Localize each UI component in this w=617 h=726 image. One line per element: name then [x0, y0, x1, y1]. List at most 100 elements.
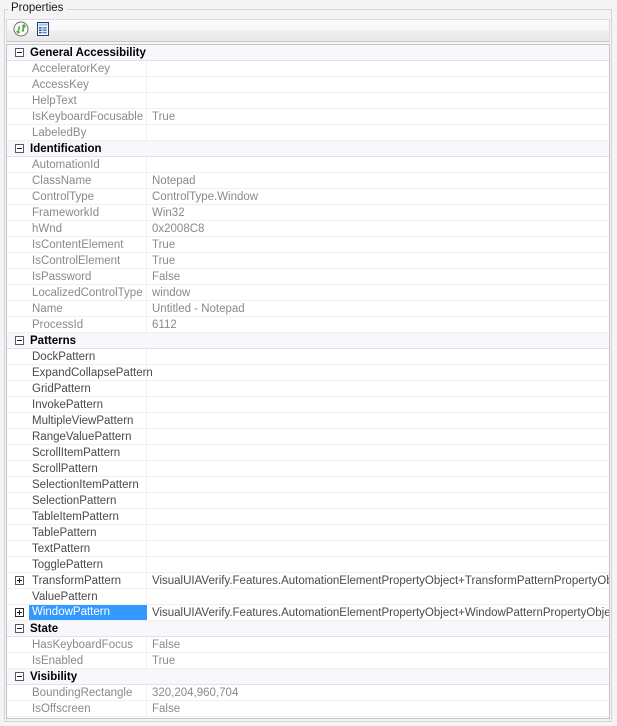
property-row-bounding-rectangle[interactable]: BoundingRectangle 320,204,960,704 — [7, 685, 609, 701]
property-value[interactable]: Win32 — [152, 206, 185, 220]
column-divider[interactable] — [146, 589, 147, 604]
property-grid[interactable]: General Accessibility AcceleratorKey Acces… — [6, 44, 610, 719]
column-divider[interactable] — [146, 189, 147, 204]
column-divider[interactable] — [146, 493, 147, 508]
property-value[interactable]: False — [152, 638, 180, 652]
property-value[interactable]: True — [152, 110, 175, 124]
column-divider[interactable] — [146, 685, 147, 700]
property-row-has-keyboard-focus[interactable]: HasKeyboardFocus False — [7, 637, 609, 653]
property-row-selection-item-pattern[interactable]: SelectionItemPattern — [7, 477, 609, 493]
property-row-localized-control-type[interactable]: LocalizedControlType window — [7, 285, 609, 301]
column-divider[interactable] — [146, 637, 147, 652]
property-row-class-name[interactable]: ClassName Notepad — [7, 173, 609, 189]
column-divider[interactable] — [146, 253, 147, 268]
column-divider[interactable] — [146, 429, 147, 444]
property-value[interactable]: 0x2008C8 — [152, 222, 204, 236]
property-value[interactable]: VisualUIAVerify.Features.AutomationEleme… — [152, 574, 609, 588]
property-row-scroll-pattern[interactable]: ScrollPattern — [7, 461, 609, 477]
property-row-selection-pattern[interactable]: SelectionPattern — [7, 493, 609, 509]
column-divider[interactable] — [146, 525, 147, 540]
column-divider[interactable] — [146, 557, 147, 572]
column-divider[interactable] — [146, 653, 147, 668]
category-row-state[interactable]: State — [7, 621, 609, 637]
property-row-grid-pattern[interactable]: GridPattern — [7, 381, 609, 397]
property-row-access-key[interactable]: AccessKey — [7, 77, 609, 93]
property-row-is-control-element[interactable]: IsControlElement True — [7, 253, 609, 269]
category-row-visibility[interactable]: Visibility — [7, 669, 609, 685]
property-row-window-pattern[interactable]: WindowPattern VisualUIAVerify.Features.Au… — [7, 605, 609, 621]
property-value[interactable]: 6112 — [152, 318, 177, 332]
column-divider[interactable] — [146, 381, 147, 396]
property-row-transform-pattern[interactable]: TransformPattern VisualUIAVerify.Features… — [7, 573, 609, 589]
column-divider[interactable] — [146, 285, 147, 300]
column-divider[interactable] — [146, 317, 147, 332]
collapse-icon[interactable] — [15, 624, 24, 633]
property-row-process-id[interactable]: ProcessId 6112 — [7, 317, 609, 333]
property-value[interactable]: True — [152, 254, 175, 268]
column-divider[interactable] — [146, 573, 147, 588]
property-row-control-type[interactable]: ControlType ControlType.Window — [7, 189, 609, 205]
collapse-icon[interactable] — [15, 672, 24, 681]
property-row-is-keyboard-focusable[interactable]: IsKeyboardFocusable True — [7, 109, 609, 125]
column-divider[interactable] — [146, 349, 147, 364]
property-row-is-enabled[interactable]: IsEnabled True — [7, 653, 609, 669]
property-value[interactable]: True — [152, 238, 175, 252]
property-row-expand-collapse-pattern[interactable]: ExpandCollapsePattern — [7, 365, 609, 381]
column-divider[interactable] — [146, 701, 147, 716]
property-row-table-item-pattern[interactable]: TableItemPattern — [7, 509, 609, 525]
category-row-identification[interactable]: Identification — [7, 141, 609, 157]
property-value[interactable]: False — [152, 270, 180, 284]
column-divider[interactable] — [146, 445, 147, 460]
property-value[interactable]: window — [152, 286, 190, 300]
property-row-text-pattern[interactable]: TextPattern — [7, 541, 609, 557]
category-row-general-accessibility[interactable]: General Accessibility — [7, 45, 609, 61]
column-divider[interactable] — [146, 173, 147, 188]
property-row-range-value-pattern[interactable]: RangeValuePattern — [7, 429, 609, 445]
column-divider[interactable] — [146, 61, 147, 76]
property-row-labeled-by[interactable]: LabeledBy — [7, 125, 609, 141]
expand-icon[interactable] — [15, 576, 24, 585]
property-row-scroll-item-pattern[interactable]: ScrollItemPattern — [7, 445, 609, 461]
property-row-automation-id[interactable]: AutomationId — [7, 157, 609, 173]
property-row-invoke-pattern[interactable]: InvokePattern — [7, 397, 609, 413]
column-divider[interactable] — [146, 541, 147, 556]
refresh-button[interactable] — [10, 20, 32, 41]
column-divider[interactable] — [146, 461, 147, 476]
property-row-is-password[interactable]: IsPassword False — [7, 269, 609, 285]
property-row-value-pattern[interactable]: ValuePattern — [7, 589, 609, 605]
column-divider[interactable] — [146, 301, 147, 316]
properties-view-button[interactable] — [32, 20, 54, 41]
column-divider[interactable] — [146, 125, 147, 140]
property-row-h-wnd[interactable]: hWnd 0x2008C8 — [7, 221, 609, 237]
property-value[interactable]: 320,204,960,704 — [152, 686, 238, 700]
column-divider[interactable] — [146, 397, 147, 412]
expand-icon[interactable] — [15, 608, 24, 617]
property-row-name[interactable]: Name Untitled - Notepad — [7, 301, 609, 317]
column-divider[interactable] — [146, 237, 147, 252]
property-value[interactable]: True — [152, 654, 175, 668]
column-divider[interactable] — [146, 509, 147, 524]
collapse-icon[interactable] — [15, 48, 24, 57]
category-row-patterns[interactable]: Patterns — [7, 333, 609, 349]
column-divider[interactable] — [146, 109, 147, 124]
property-value[interactable]: ControlType.Window — [152, 190, 258, 204]
column-divider[interactable] — [146, 77, 147, 92]
property-row-accelerator-key[interactable]: AcceleratorKey — [7, 61, 609, 77]
property-value[interactable]: Notepad — [152, 174, 195, 188]
property-row-dock-pattern[interactable]: DockPattern — [7, 349, 609, 365]
column-divider[interactable] — [146, 413, 147, 428]
property-row-table-pattern[interactable]: TablePattern — [7, 525, 609, 541]
column-divider[interactable] — [146, 221, 147, 236]
property-row-framework-id[interactable]: FrameworkId Win32 — [7, 205, 609, 221]
property-row-is-offscreen[interactable]: IsOffscreen False — [7, 701, 609, 717]
property-value[interactable]: Untitled - Notepad — [152, 302, 245, 316]
column-divider[interactable] — [146, 157, 147, 172]
column-divider[interactable] — [146, 205, 147, 220]
property-row-toggle-pattern[interactable]: TogglePattern — [7, 557, 609, 573]
property-row-help-text[interactable]: HelpText — [7, 93, 609, 109]
column-divider[interactable] — [146, 93, 147, 108]
property-value[interactable]: False — [152, 702, 180, 716]
column-divider[interactable] — [146, 477, 147, 492]
property-row-multiple-view-pattern[interactable]: MultipleViewPattern — [7, 413, 609, 429]
column-divider[interactable] — [146, 269, 147, 284]
